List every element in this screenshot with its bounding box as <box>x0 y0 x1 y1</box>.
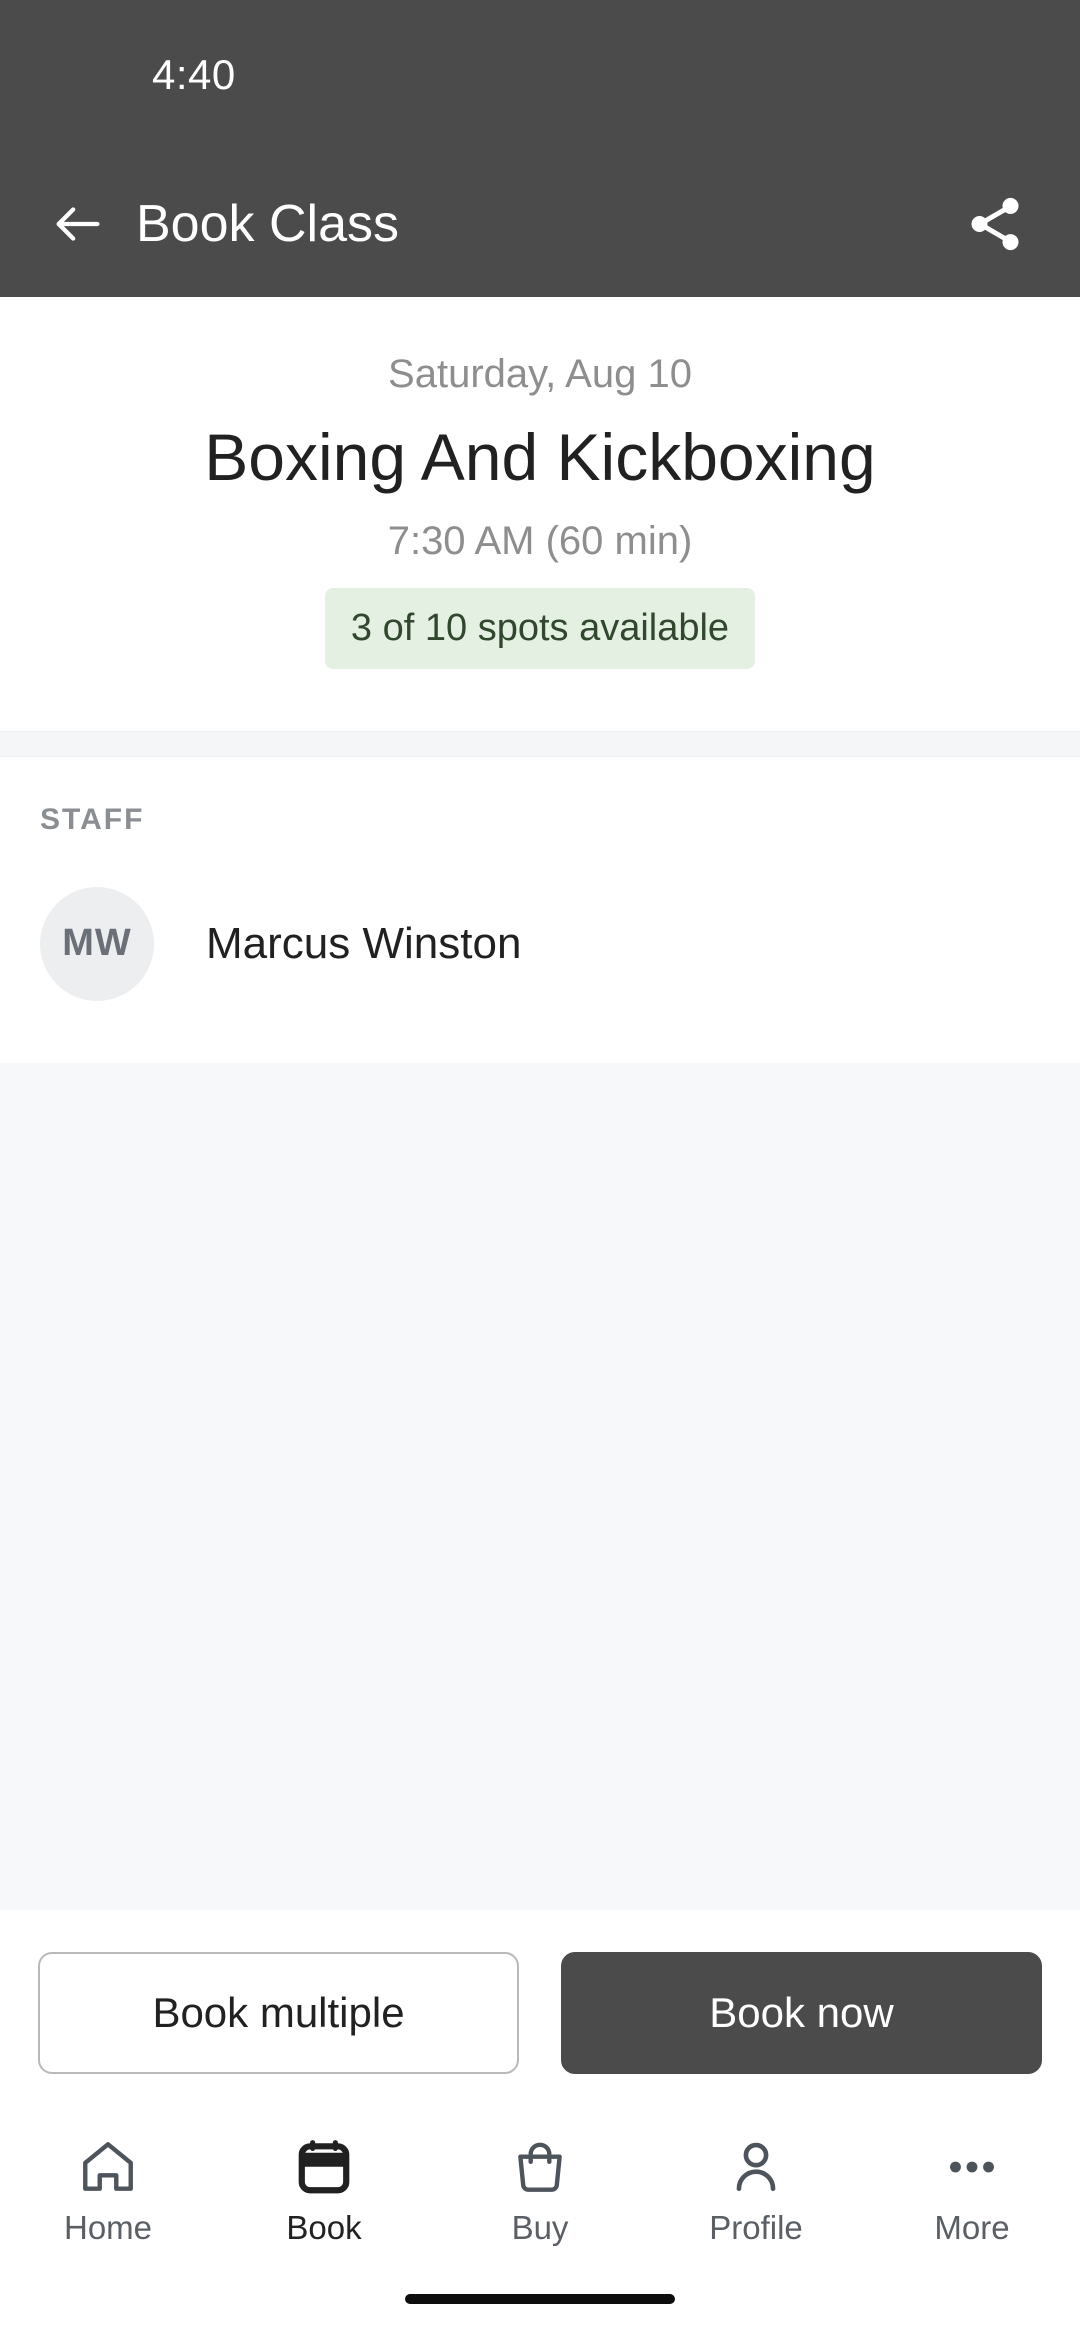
action-bar: Book multiple Book now <box>0 1910 1080 2112</box>
arrow-left-icon <box>56 206 100 241</box>
more-horizontal-icon-wrap <box>941 2134 1003 2200</box>
empty-content-area <box>0 1062 1080 1910</box>
nav-label-home: Home <box>63 2209 153 2246</box>
home-icon-wrap <box>77 2134 139 2200</box>
staff-section: STAFF MW Marcus Winston <box>0 756 1080 1063</box>
shopping-bag-icon <box>518 2142 562 2192</box>
home-indicator-area <box>0 2294 1080 2340</box>
back-button[interactable] <box>42 188 114 260</box>
nav-label-more: More <box>934 2209 1010 2246</box>
class-title: Boxing And Kickboxing <box>204 420 876 494</box>
nav-label-book: Book <box>286 2209 362 2246</box>
staff-section-label: STAFF <box>40 802 145 836</box>
spots-available-badge: 3 of 10 spots available <box>324 587 756 669</box>
main-content: Saturday, Aug 10 Boxing And Kickboxing 7… <box>0 297 1080 1910</box>
app-bar: Book Class <box>0 150 1080 297</box>
calendar-icon-wrap <box>293 2134 355 2200</box>
share-button[interactable] <box>956 185 1034 263</box>
avatar-initials: MW <box>62 922 132 965</box>
status-bar-clock: 4:40 <box>152 51 236 98</box>
shopping-bag-icon-wrap <box>509 2134 571 2200</box>
class-date: Saturday, Aug 10 <box>388 352 692 396</box>
class-summary-card: Saturday, Aug 10 Boxing And Kickboxing 7… <box>0 297 1080 731</box>
calendar-icon <box>298 2140 350 2194</box>
page-title: Book Class <box>136 194 399 253</box>
app-screen: 4:40 Book Class Saturday, Aug 10 Boxing … <box>0 0 1080 2340</box>
book-now-button[interactable]: Book now <box>561 1952 1042 2074</box>
nav-item-more[interactable]: More <box>864 2112 1080 2294</box>
section-divider <box>0 730 1080 757</box>
staff-list-item[interactable]: MW Marcus Winston <box>40 886 1040 1001</box>
home-icon <box>83 2142 133 2191</box>
share-icon <box>971 197 1019 250</box>
nav-label-profile: Profile <box>709 2209 803 2246</box>
status-bar: 4:40 <box>0 0 1080 150</box>
nav-label-buy: Buy <box>511 2209 569 2246</box>
staff-name: Marcus Winston <box>206 918 522 968</box>
home-indicator[interactable] <box>405 2294 675 2304</box>
person-icon-wrap <box>725 2134 787 2200</box>
nav-item-book[interactable]: Book <box>216 2112 432 2294</box>
avatar: MW <box>40 886 154 1001</box>
person-icon <box>736 2142 776 2192</box>
nav-item-profile[interactable]: Profile <box>648 2112 864 2294</box>
bottom-navigation: Home Book Buy Profile More <box>0 2112 1080 2294</box>
nav-item-home[interactable]: Home <box>0 2112 216 2294</box>
more-horizontal-icon <box>950 2161 994 2173</box>
book-multiple-button[interactable]: Book multiple <box>38 1952 519 2074</box>
nav-item-buy[interactable]: Buy <box>432 2112 648 2294</box>
class-time-duration: 7:30 AM (60 min) <box>387 518 693 563</box>
